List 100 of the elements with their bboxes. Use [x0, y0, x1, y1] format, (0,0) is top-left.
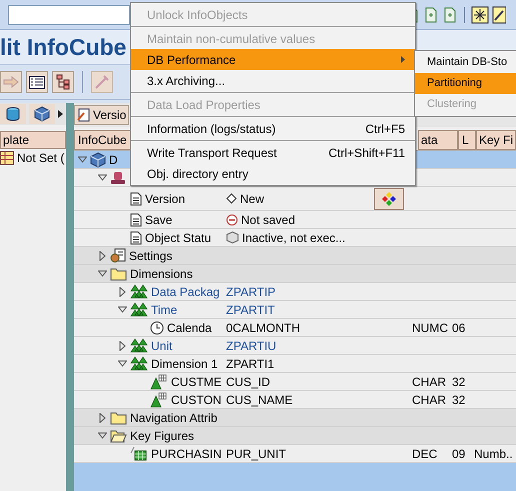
tree-row[interactable]: Data Packag ZPARTIP — [74, 283, 516, 301]
page-icon[interactable] — [442, 6, 458, 22]
triangles-icon — [130, 356, 148, 371]
tree-item-label[interactable]: Dimensions — [130, 264, 193, 282]
column-header[interactable]: ata — [418, 130, 458, 150]
cube-button[interactable] — [29, 104, 55, 124]
value-text: ZPARTI1 — [226, 356, 274, 372]
value-text: Not saved — [241, 212, 296, 228]
tree-item-label[interactable]: Dimension 1 — [151, 354, 218, 372]
options-button[interactable] — [374, 188, 404, 210]
length-text: 32 — [452, 392, 466, 406]
tree-item-label[interactable]: Object Statu — [145, 228, 212, 246]
menu-item[interactable]: Write Transport Request Ctrl+Shift+F11 — [131, 142, 415, 163]
collapse-icon[interactable] — [98, 268, 107, 278]
triangles-icon — [130, 284, 148, 299]
grid-star-icon[interactable] — [471, 6, 489, 24]
value-text: 0CALMONTH — [226, 320, 300, 336]
menu-item[interactable]: Maintain DB-Sto — [415, 52, 516, 73]
tree-row[interactable]: Key Figures — [74, 427, 516, 445]
cube-icon — [226, 231, 239, 244]
window-title: lit InfoCube — [0, 32, 126, 62]
tree-item-label[interactable]: Save — [145, 210, 172, 228]
column-header[interactable]: L — [458, 130, 476, 150]
menu-item[interactable]: Obj. directory entry — [131, 163, 415, 184]
type-text: CHAR — [412, 392, 446, 406]
tree-row[interactable]: Settings — [74, 247, 516, 265]
tree-row[interactable]: Save Not saved — [74, 211, 516, 229]
diamond-icon — [226, 193, 237, 204]
tree-item-label[interactable]: Navigation Attrib — [130, 408, 218, 426]
tree-row[interactable]: Time ZPARTIT — [74, 301, 516, 319]
collapse-icon[interactable] — [118, 304, 127, 314]
collapse-icon[interactable] — [98, 172, 107, 182]
description-text: Numb.. — [474, 446, 513, 460]
value-text: ZPARTIP — [226, 284, 276, 300]
collapse-icon[interactable] — [78, 154, 87, 164]
expand-icon[interactable] — [98, 250, 107, 260]
caret-icon[interactable] — [58, 110, 63, 118]
command-field[interactable] — [8, 4, 130, 24]
menu-item[interactable]: Information (logs/status) Ctrl+F5 — [131, 118, 415, 139]
value-text: New — [240, 190, 264, 208]
tree-item-label[interactable]: PURCHASIN — [151, 444, 222, 462]
diamond-arrows-icon — [381, 190, 398, 206]
tree-item-label[interactable]: CUSTON — [171, 390, 222, 408]
tree-row[interactable]: Unit ZPARTIU — [74, 337, 516, 355]
tree-row[interactable]: CUSTME CUS_ID CHAR 32 — [74, 373, 516, 391]
document-icon — [130, 230, 142, 244]
edit-icon[interactable] — [492, 6, 506, 24]
expand-icon[interactable] — [98, 412, 107, 422]
expand-icon[interactable] — [118, 286, 127, 296]
tree-item-label[interactable]: Data Packag — [151, 282, 220, 300]
length-text: 09 — [452, 446, 466, 460]
tree-item-label[interactable]: Calenda — [167, 318, 212, 336]
length-text: 06 — [452, 320, 466, 334]
menu-item[interactable]: DB Performance — [131, 49, 415, 70]
database-button[interactable] — [0, 104, 26, 124]
page-icon[interactable] — [423, 6, 439, 22]
menu-item[interactable]: 3.x Archiving... — [131, 70, 415, 91]
value-text: CUS_NAME — [226, 392, 293, 408]
value-text: ZPARTIU — [226, 338, 276, 354]
list-button[interactable] — [26, 71, 48, 93]
tree-item-label[interactable]: Key Figures — [130, 426, 194, 444]
type-text: DEC — [412, 446, 438, 460]
type-text: NUMC — [412, 320, 448, 334]
minus-circle-icon — [226, 214, 238, 226]
value-text: CUS_ID — [226, 374, 270, 390]
type-text: CHAR — [412, 374, 446, 388]
tree-row[interactable]: Version New — [74, 187, 516, 211]
hierarchy-button[interactable] — [52, 71, 74, 93]
open-folder-icon — [110, 428, 127, 442]
value-text: ZPARTIT — [226, 302, 275, 318]
clock-icon — [150, 320, 164, 334]
tree-item-label[interactable]: Time — [151, 300, 178, 318]
tree-row[interactable]: Navigation Attrib — [74, 409, 516, 427]
version-button[interactable]: Versio — [74, 105, 130, 125]
tree-item-label[interactable]: Unit — [151, 336, 172, 354]
length-text: 32 — [452, 374, 466, 388]
tree-item-label[interactable]: Settings — [129, 246, 172, 264]
submenu-arrow-icon — [401, 56, 405, 63]
document-icon — [130, 192, 142, 206]
collapse-icon[interactable] — [118, 358, 127, 368]
tree-row[interactable]: Dimension 1 ZPARTI1 — [74, 355, 516, 373]
tree-item-label[interactable]: CUSTME — [171, 372, 222, 390]
menu-item[interactable]: Partitioning — [415, 73, 516, 94]
tree-item[interactable]: Not Set ( — [17, 149, 64, 167]
tree-row[interactable]: Dimensions — [74, 265, 516, 283]
triangles-icon — [130, 338, 148, 353]
triangles-icon — [130, 302, 148, 317]
value-text: PUR_UNIT — [226, 446, 286, 462]
tree-row[interactable]: Calenda 0CALMONTH NUMC 06 — [74, 319, 516, 337]
grid-icon — [130, 446, 148, 461]
table-icon — [0, 151, 14, 165]
tree-item-label[interactable]: D — [109, 150, 118, 168]
column-header[interactable]: Key Fi — [476, 130, 516, 150]
value-text: Inactive, not exec... — [242, 230, 346, 246]
expand-icon[interactable] — [118, 340, 127, 350]
tree-item-label[interactable]: Version — [145, 190, 186, 208]
document-icon — [130, 212, 142, 226]
collapse-icon[interactable] — [98, 430, 107, 440]
arrow-icon — [3, 76, 19, 88]
column-header[interactable]: plate — [0, 131, 66, 149]
